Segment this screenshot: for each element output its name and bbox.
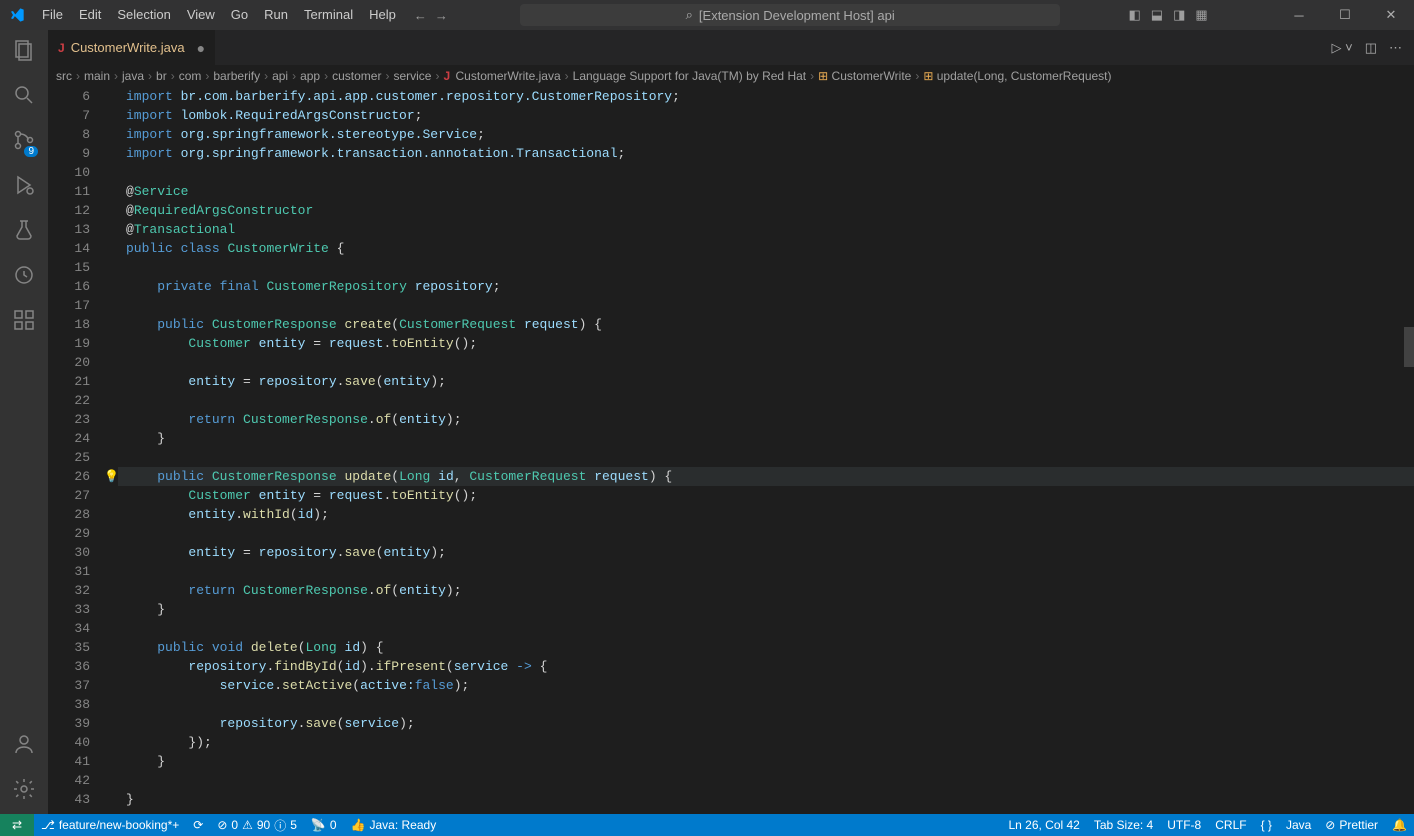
prettier[interactable]: ⊘Prettier [1318,814,1385,836]
run-icon[interactable]: ▷ ˅ [1332,40,1353,56]
vscode-logo-icon [0,7,34,23]
notifications-icon[interactable]: 🔔 [1385,814,1414,836]
warning-icon: ⚠ [242,818,253,832]
breadcrumb-item[interactable]: api [272,69,288,83]
breadcrumb-item[interactable]: app [300,69,320,83]
menu-view[interactable]: View [179,0,223,30]
menu-file[interactable]: File [34,0,71,30]
lang-brackets[interactable]: { } [1254,814,1279,836]
editor-area: J CustomerWrite.java ● ▷ ˅ ◫ ⋯ src›main›… [48,30,1414,814]
code-editor[interactable]: 6789101112131415161718192021222324252627… [48,87,1414,814]
toggle-secondary-sidebar-icon[interactable]: ◨ [1173,7,1185,23]
check-icon: ⊘ [1325,818,1335,832]
cursor-position[interactable]: Ln 26, Col 42 [1001,814,1086,836]
tab-customerwrite[interactable]: J CustomerWrite.java ● [48,30,216,65]
titlebar: FileEditSelectionViewGoRunTerminalHelp ←… [0,0,1414,30]
ports[interactable]: 📡0 [304,814,344,836]
vertical-scrollbar[interactable] [1400,87,1414,814]
menu-terminal[interactable]: Terminal [296,0,361,30]
antenna-icon: 📡 [311,818,326,832]
git-branch[interactable]: ⎇feature/new-booking*+ [34,814,186,836]
source-control-icon[interactable]: 9 [12,128,36,155]
breadcrumb-item[interactable]: service [393,69,431,83]
nav-back-icon[interactable]: ← [414,8,427,23]
breadcrumb-item[interactable]: J CustomerWrite.java [443,69,560,83]
search-text: [Extension Development Host] api [699,8,895,23]
breadcrumb-item[interactable]: java [122,69,144,83]
sync-button[interactable]: ⟳ [186,814,210,836]
info-icon: ⓘ [274,817,286,834]
search-icon: ⌕ [686,7,693,23]
more-actions-icon[interactable]: ⋯ [1389,40,1402,56]
remote-icon: ⇄ [12,818,22,832]
command-center[interactable]: ⌕ [Extension Development Host] api [520,4,1060,26]
split-editor-icon[interactable]: ◫ [1365,40,1377,56]
testing-icon[interactable] [12,218,36,245]
line-number-gutter: 6789101112131415161718192021222324252627… [48,87,104,814]
indentation[interactable]: Tab Size: 4 [1087,814,1160,836]
error-icon: ⊘ [217,818,227,832]
toggle-primary-sidebar-icon[interactable]: ◧ [1129,7,1141,23]
run-debug-icon[interactable] [12,173,36,200]
customize-layout-icon[interactable]: ▦ [1195,7,1207,23]
breadcrumb-item[interactable]: ⊞ update(Long, CustomerRequest) [923,69,1111,83]
search-icon[interactable] [12,83,36,110]
accounts-icon[interactable] [12,732,36,759]
maximize-icon[interactable]: ☐ [1322,7,1368,23]
explorer-icon[interactable] [12,38,36,65]
java-file-icon: J [58,41,65,55]
breadcrumbs[interactable]: src›main›java›br›com›barberify›api›app›c… [48,65,1414,87]
menu-run[interactable]: Run [256,0,296,30]
window-controls: ─ ☐ ✕ [1276,7,1414,23]
remote-explorer-icon[interactable] [12,263,36,290]
scm-badge: 9 [24,146,38,157]
java-status[interactable]: 👍Java: Ready [344,814,444,836]
main-menu: FileEditSelectionViewGoRunTerminalHelp [34,0,404,30]
breadcrumb-item[interactable]: main [84,69,110,83]
tab-filename: CustomerWrite.java [71,40,185,55]
breadcrumb-item[interactable]: ⊞ CustomerWrite [818,69,911,83]
scroll-thumb[interactable] [1404,327,1414,367]
eol[interactable]: CRLF [1208,814,1253,836]
nav-arrows: ← → [404,8,458,23]
toggle-panel-icon[interactable]: ⬓ [1151,7,1163,23]
activity-bar: 9 [0,30,48,814]
minimize-icon[interactable]: ─ [1276,7,1322,23]
nav-forward-icon[interactable]: → [435,8,448,23]
breadcrumb-item[interactable]: Language Support for Java(TM) by Red Hat [573,69,806,83]
tab-close-icon[interactable]: ● [197,40,205,56]
menu-edit[interactable]: Edit [71,0,109,30]
code-content[interactable]: import br.com.barberify.api.app.customer… [118,87,1414,814]
thumbs-up-icon: 👍 [351,818,366,832]
editor-tabs: J CustomerWrite.java ● ▷ ˅ ◫ ⋯ [48,30,1414,65]
menu-go[interactable]: Go [223,0,256,30]
breadcrumb-item[interactable]: br [156,69,167,83]
settings-gear-icon[interactable] [12,777,36,804]
breadcrumb-item[interactable]: src [56,69,72,83]
breadcrumb-item[interactable]: com [179,69,202,83]
problems[interactable]: ⊘0 ⚠90 ⓘ5 [210,814,304,836]
encoding[interactable]: UTF-8 [1160,814,1208,836]
language-mode[interactable]: Java [1279,814,1318,836]
statusbar: ⇄ ⎇feature/new-booking*+ ⟳ ⊘0 ⚠90 ⓘ5 📡0 … [0,814,1414,836]
close-icon[interactable]: ✕ [1368,7,1414,23]
branch-icon: ⎇ [41,818,55,832]
layout-controls: ◧ ⬓ ◨ ▦ [1123,7,1214,23]
breadcrumb-item[interactable]: customer [332,69,381,83]
breadcrumb-item[interactable]: barberify [213,69,260,83]
sync-icon: ⟳ [193,818,203,832]
menu-help[interactable]: Help [361,0,404,30]
menu-selection[interactable]: Selection [109,0,178,30]
remote-indicator[interactable]: ⇄ [0,814,34,836]
extensions-icon[interactable] [12,308,36,335]
